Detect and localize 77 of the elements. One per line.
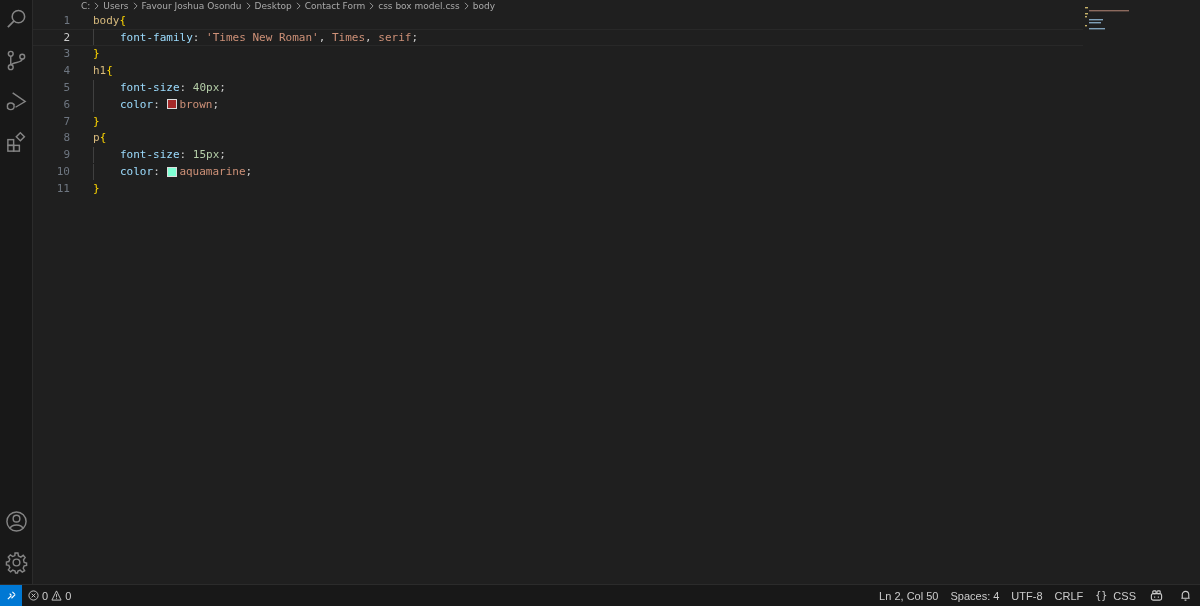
breadcrumb-item[interactable]: Users: [103, 0, 129, 12]
account-icon[interactable]: [4, 510, 28, 533]
line-number: 5: [62, 81, 70, 95]
code-selector: p: [93, 131, 100, 145]
problems-button[interactable]: 0 0: [22, 589, 78, 602]
code-punctuation: ;: [219, 148, 226, 162]
code-punctuation: :: [192, 30, 201, 44]
code-property: color: [120, 165, 154, 179]
breadcrumb-item[interactable]: Favour Joshua Osondu: [141, 0, 242, 12]
code-string: aquamarine: [179, 165, 246, 179]
line-number: 11: [55, 181, 70, 195]
line-number: 10: [55, 165, 70, 179]
breadcrumb-item[interactable]: Desktop: [254, 0, 292, 12]
line-number: 3: [62, 47, 70, 61]
code-brace: }: [93, 47, 100, 61]
code-punctuation: ;: [411, 30, 419, 44]
settings-icon[interactable]: [4, 551, 28, 574]
code-property: font-size: [120, 148, 180, 162]
encoding[interactable]: UTF-8: [1005, 589, 1049, 602]
search-icon[interactable]: [4, 8, 28, 31]
code-punctuation: ;: [212, 97, 220, 111]
breadcrumb-item[interactable]: body: [472, 0, 495, 12]
code-punctuation: :: [153, 165, 161, 179]
code-string: brown: [179, 97, 213, 111]
line-number: 9: [62, 148, 70, 162]
code-punctuation: ,: [318, 30, 327, 44]
code-punctuation: ;: [219, 81, 226, 95]
breadcrumb-item[interactable]: Contact Form: [304, 0, 366, 12]
error-count: 0: [42, 589, 49, 602]
code-string: 'Times New Roman': [206, 30, 319, 44]
chevron-icon: [94, 2, 100, 10]
code-property: color: [120, 97, 154, 111]
code-punctuation: ,: [365, 30, 373, 44]
chevron-icon: [245, 2, 251, 10]
language-mode[interactable]: {} CSS: [1089, 589, 1142, 602]
chevron-icon: [132, 2, 138, 10]
line-number: 6: [62, 97, 70, 111]
chevron-icon: [369, 2, 375, 10]
code-punctuation: :: [179, 148, 188, 162]
warning-count: 0: [65, 589, 72, 602]
line-number: 4: [62, 64, 70, 78]
code-number: 15px: [192, 148, 220, 162]
error-icon: [28, 590, 39, 601]
code-selector: h1: [93, 64, 107, 78]
code-brace: }: [93, 181, 100, 195]
warning-icon: [51, 590, 63, 601]
code-punctuation: ;: [245, 165, 253, 179]
indentation[interactable]: Spaces: 4: [944, 589, 1006, 602]
run-debug-icon[interactable]: [4, 90, 28, 113]
code-property: font-size: [120, 81, 180, 95]
code-property: font-family: [120, 30, 193, 44]
code-brace: {: [106, 64, 113, 78]
code-punctuation: :: [153, 97, 161, 111]
code-brace: {: [99, 131, 107, 145]
extensions-icon[interactable]: [4, 131, 28, 154]
line-ending[interactable]: CRLF: [1048, 589, 1090, 602]
breadcrumb-item[interactable]: C:: [81, 0, 91, 12]
line-number: 8: [62, 131, 70, 145]
code-value: serif: [378, 30, 412, 44]
remote-icon[interactable]: [5, 590, 17, 601]
line-number: 7: [62, 114, 70, 128]
code-brace: {: [119, 13, 127, 27]
bell-icon[interactable]: [1179, 589, 1192, 602]
code-number: 40px: [192, 81, 220, 95]
chevron-icon: [295, 2, 301, 10]
code-selector: body: [93, 13, 120, 27]
code-brace: }: [93, 114, 100, 128]
code-punctuation: :: [179, 81, 188, 95]
remote-button[interactable]: [0, 585, 22, 606]
color-swatch[interactable]: [167, 166, 178, 177]
cursor-position[interactable]: Ln 2, Col 50: [873, 589, 945, 602]
line-number: 2: [62, 30, 70, 44]
breadcrumb-item[interactable]: css box model.css: [378, 0, 460, 12]
line-number: 1: [62, 13, 70, 27]
chevron-icon: [463, 2, 469, 10]
color-swatch[interactable]: [167, 99, 178, 110]
code-value: Times: [331, 30, 366, 44]
